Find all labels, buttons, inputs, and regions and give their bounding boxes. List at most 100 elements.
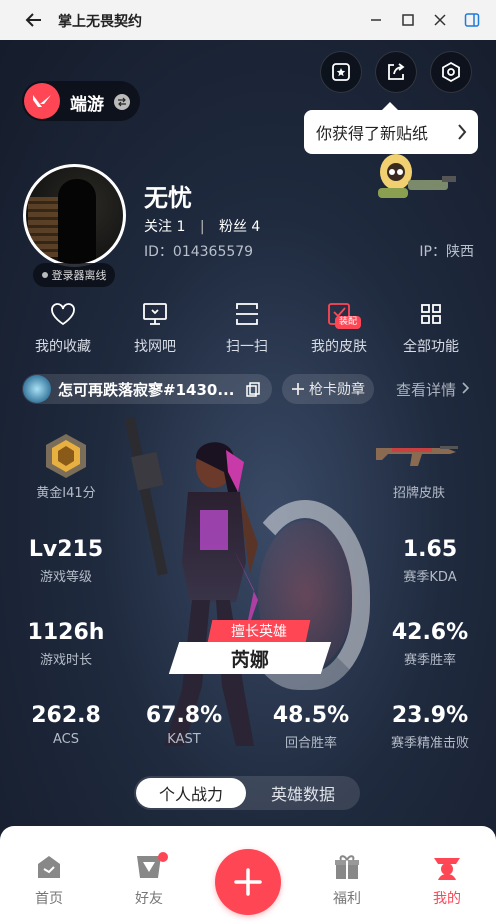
nav-home[interactable]: 首页 xyxy=(14,852,84,908)
back-arrow-icon[interactable] xyxy=(24,10,44,30)
settings-icon xyxy=(442,61,460,83)
nickname: 无忧 xyxy=(144,184,192,212)
plus-icon xyxy=(292,383,304,395)
fans-count[interactable]: 粉丝 4 xyxy=(219,219,260,235)
function-label: 扫一扫 xyxy=(226,339,268,355)
function-scan[interactable]: 扫一扫 xyxy=(201,300,293,356)
stat-acs: 262.8 ACS xyxy=(11,703,121,747)
stat-label: KAST xyxy=(167,732,201,747)
stat-round-winrate: 48.5% 回合胜率 xyxy=(256,703,366,751)
create-post-button[interactable] xyxy=(215,849,281,915)
minimize-icon xyxy=(371,19,381,21)
stat-value: 48.5% xyxy=(272,703,350,728)
stat-headshot: 23.9% 赛季精准击败 xyxy=(375,703,485,751)
swap-icon xyxy=(114,94,130,110)
sticker-image[interactable] xyxy=(368,150,460,200)
game-label: 端游 xyxy=(70,95,104,115)
heart-icon xyxy=(51,303,75,326)
chevron-right-icon xyxy=(458,124,467,140)
maximize-button[interactable] xyxy=(398,10,418,30)
stat-value: 23.9% xyxy=(391,703,469,728)
share-icon xyxy=(388,63,405,80)
window-title: 掌上无畏契约 xyxy=(58,14,142,30)
function-label: 我的收藏 xyxy=(35,339,91,355)
profile-icon xyxy=(434,858,460,880)
tab-hero-data[interactable]: 英雄数据 xyxy=(248,778,358,808)
account-name: 怎可再跌落寂寥#1430... xyxy=(58,381,235,399)
stat-label: 回合胜率 xyxy=(284,736,337,751)
equip-badge: 装配 xyxy=(335,316,362,329)
function-all[interactable]: 全部功能 xyxy=(385,300,477,356)
copy-icon[interactable] xyxy=(245,381,261,397)
stat-label: 游戏等级 xyxy=(39,570,92,585)
stat-label: 赛季胜率 xyxy=(403,653,456,668)
ip-location: IP：陕西 xyxy=(419,244,474,260)
status-text: 登录器离线 xyxy=(51,269,107,282)
notification-dot xyxy=(158,852,168,862)
close-button[interactable] xyxy=(430,10,450,30)
rank-gold-icon xyxy=(46,434,86,478)
stat-label: 赛季KDA xyxy=(403,570,457,585)
share-button[interactable] xyxy=(375,51,417,93)
follow-stats: 关注 1 | 粉丝 4 xyxy=(144,216,260,236)
game-account-pill[interactable]: 怎可再跌落寂寥#1430... xyxy=(22,374,272,404)
signature-skin-image[interactable] xyxy=(374,440,460,472)
nav-label: 首页 xyxy=(35,891,63,907)
stat-kda: 1.65 赛季KDA xyxy=(375,537,485,585)
view-details-link[interactable]: 查看详情 xyxy=(396,379,471,400)
medal-label: 枪卡勋章 xyxy=(309,382,365,398)
tab-personal-power[interactable]: 个人战力 xyxy=(136,778,246,808)
tooltip-text: 你获得了新贴纸 xyxy=(316,124,429,143)
nav-label: 我的 xyxy=(433,891,461,907)
nav-profile[interactable]: 我的 xyxy=(412,852,482,908)
stat-duration: 1126h 游戏时长 xyxy=(11,620,121,668)
function-label: 找网吧 xyxy=(134,339,176,355)
follow-separator: | xyxy=(199,219,205,235)
follow-count[interactable]: 关注 1 xyxy=(144,219,185,235)
sidebar-toggle-button[interactable] xyxy=(462,10,482,30)
gift-icon xyxy=(335,855,359,879)
minimize-button[interactable] xyxy=(366,10,386,30)
home-icon xyxy=(38,856,60,878)
function-favorites[interactable]: 我的收藏 xyxy=(17,300,109,356)
function-label: 全部功能 xyxy=(403,339,459,355)
sticker-icon xyxy=(332,63,350,81)
window-titlebar: 掌上无畏契约 xyxy=(0,0,496,40)
chevron-right-icon xyxy=(462,382,469,394)
function-skins[interactable]: 装配 我的皮肤 xyxy=(293,300,385,356)
nav-benefits[interactable]: 福利 xyxy=(312,852,382,908)
user-id: ID：014365579 xyxy=(144,244,254,260)
best-hero-name[interactable]: 芮娜 xyxy=(168,642,332,674)
grid-icon xyxy=(421,304,441,324)
new-sticker-tooltip[interactable]: 你获得了新贴纸 xyxy=(304,102,478,154)
stat-value: 262.8 xyxy=(31,703,101,728)
skin-label: 招牌皮肤 xyxy=(392,486,445,501)
hero-name-text: 芮娜 xyxy=(230,648,269,671)
content-sheet-edge xyxy=(0,826,496,840)
function-netcafe[interactable]: 找网吧 xyxy=(109,300,201,356)
close-icon xyxy=(434,14,446,26)
detail-label: 查看详情 xyxy=(396,381,457,399)
scan-icon xyxy=(236,303,258,325)
launcher-status-badge: 登录器离线 xyxy=(33,263,115,287)
account-avatar xyxy=(23,375,51,403)
stat-value: 1126h xyxy=(27,620,105,645)
nav-label: 好友 xyxy=(135,891,163,907)
game-switcher[interactable]: 端游 xyxy=(22,81,140,121)
valorant-logo-icon xyxy=(24,83,60,119)
nav-friends[interactable]: 好友 xyxy=(114,852,184,908)
stat-level: Lv215 游戏等级 xyxy=(11,537,121,585)
stat-value: 67.8% xyxy=(145,703,223,728)
stat-label: 游戏时长 xyxy=(39,653,92,668)
settings-button[interactable] xyxy=(430,51,472,93)
sticker-button[interactable] xyxy=(320,51,362,93)
stat-value: 42.6% xyxy=(391,620,469,645)
stat-value: 1.65 xyxy=(402,537,458,562)
nav-label: 福利 xyxy=(333,891,361,907)
avatar[interactable] xyxy=(23,164,126,267)
plus-icon xyxy=(234,868,262,896)
stats-segment-control: 个人战力 英雄数据 xyxy=(134,776,360,810)
card-medal-button[interactable]: 枪卡勋章 xyxy=(282,374,374,404)
stat-label: 赛季精准击败 xyxy=(390,736,469,751)
function-label: 我的皮肤 xyxy=(311,339,367,355)
